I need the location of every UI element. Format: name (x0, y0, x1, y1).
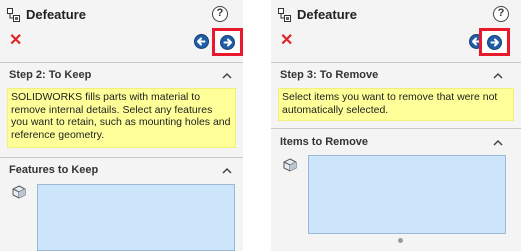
panel-titlebar: Defeature ? (271, 0, 521, 30)
instruction-note: Select items you want to remove that wer… (278, 88, 514, 121)
chevron-up-icon[interactable] (222, 72, 232, 79)
help-icon[interactable]: ? (212, 6, 228, 22)
next-button[interactable] (487, 35, 502, 50)
close-icon[interactable]: ✕ (9, 33, 22, 49)
cube-icon (283, 158, 297, 172)
step-title: Step 2: To Keep (9, 69, 92, 81)
panel-title: Defeature (297, 7, 357, 22)
chevron-up-icon[interactable] (493, 72, 503, 79)
divider (271, 62, 521, 63)
defeature-panel-step2: Defeature ? ✕ Step 2: To Keep SOLIDWORKS… (0, 0, 243, 251)
help-icon[interactable]: ? (493, 6, 509, 22)
defeature-icon (278, 8, 291, 22)
divider (0, 62, 243, 63)
divider (0, 157, 243, 158)
chevron-up-icon[interactable] (222, 167, 232, 174)
panel-titlebar: Defeature ? (0, 0, 243, 30)
panel-title: Defeature (26, 7, 86, 22)
next-arrow-icon (490, 38, 499, 47)
list-title: Features to Keep (9, 164, 99, 176)
features-to-keep-list[interactable] (37, 184, 235, 251)
resize-handle[interactable] (398, 238, 403, 243)
instruction-note: SOLIDWORKS fills parts with material to … (7, 88, 236, 148)
cube-icon (12, 185, 26, 199)
items-to-remove-list[interactable] (308, 155, 506, 234)
next-button-highlight (479, 28, 510, 56)
back-button[interactable] (194, 34, 209, 49)
back-arrow-icon (197, 37, 206, 46)
list-title: Items to Remove (280, 136, 369, 148)
step-title: Step 3: To Remove (280, 69, 379, 81)
divider (271, 128, 521, 129)
next-arrow-icon (223, 38, 232, 47)
close-icon[interactable]: ✕ (280, 33, 293, 49)
next-button[interactable] (220, 35, 235, 50)
next-button-highlight (212, 28, 243, 56)
defeature-panel-step3: Defeature ? ✕ Step 3: To Remove Select i… (271, 0, 521, 251)
separator (243, 0, 271, 251)
chevron-up-icon[interactable] (493, 139, 503, 146)
defeature-icon (7, 8, 20, 22)
